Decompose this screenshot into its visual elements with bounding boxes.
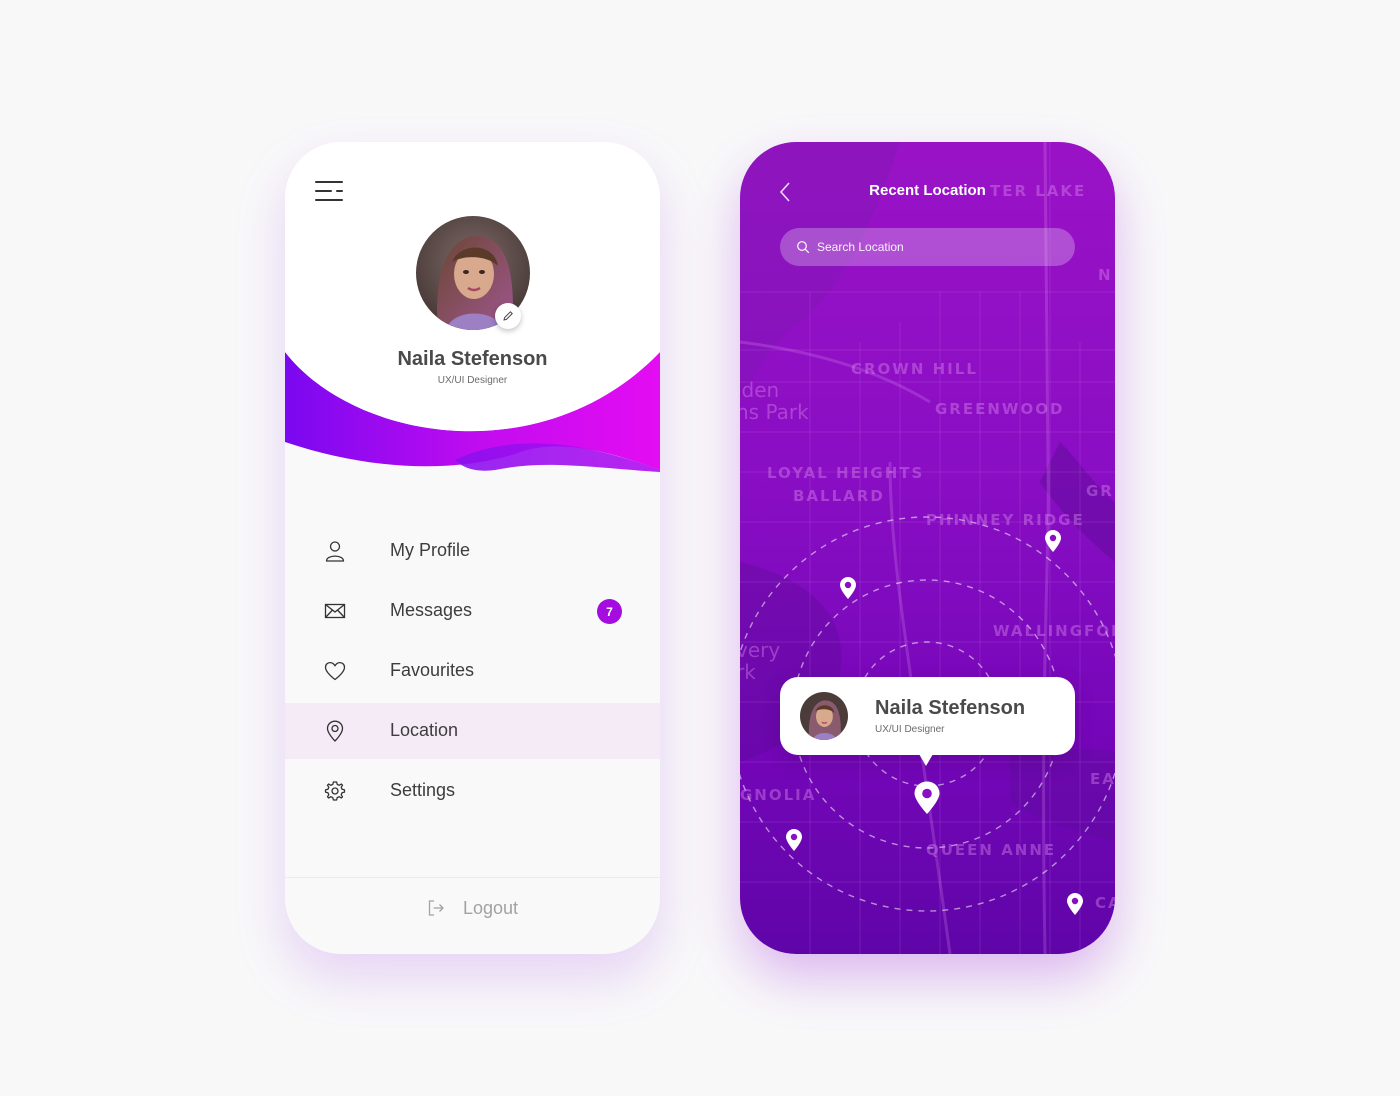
menu-item-label: My Profile — [390, 540, 471, 560]
hamburger-menu-icon[interactable] — [315, 180, 345, 204]
edit-avatar-button[interactable] — [495, 303, 521, 329]
map-pin-icon[interactable] — [839, 576, 857, 600]
user-icon — [325, 541, 345, 562]
menu-item-label: Settings — [390, 780, 456, 800]
card-avatar — [800, 692, 848, 740]
menu-item-my-profile[interactable]: My Profile — [285, 523, 660, 579]
map-label: PHINNEY RIDGE — [926, 511, 1085, 529]
location-pin-icon — [326, 720, 344, 742]
map-screen: TER LAKE N CROWN HILL lden ns Park GREEN… — [740, 142, 1115, 954]
map-label: GR — [1086, 482, 1114, 500]
map-label: CA — [1095, 894, 1115, 912]
map-label: rk — [740, 660, 756, 684]
map-label: LOYAL HEIGHTS — [767, 464, 925, 482]
map-label: GNOLIA — [740, 786, 817, 804]
map-label: very — [740, 638, 781, 662]
location-card[interactable]: Naila Stefenson UX/UI Designer — [780, 677, 1075, 755]
map-label: WALLINGFOR — [993, 622, 1115, 640]
menu-screen: Naila Stefenson UX/UI Designer My Profil… — [285, 142, 660, 954]
gear-icon — [324, 781, 346, 801]
mail-icon — [324, 603, 346, 619]
map-label: ns Park — [740, 400, 809, 424]
search-icon — [797, 241, 810, 254]
map-label: GREENWOOD — [935, 400, 1065, 418]
menu-item-location[interactable]: Location — [285, 703, 660, 759]
card-name: Naila Stefenson — [875, 697, 1026, 719]
profile-name: Naila Stefenson — [397, 348, 548, 370]
menu-item-messages[interactable]: Messages 7 — [285, 583, 660, 639]
card-role: UX/UI Designer — [875, 724, 945, 735]
card-pointer — [919, 754, 933, 766]
map-label: lden — [740, 378, 780, 402]
heart-icon — [324, 661, 346, 681]
map-pin-icon[interactable] — [1044, 529, 1062, 553]
logout-button[interactable]: Logout — [285, 892, 660, 924]
menu-item-favourites[interactable]: Favourites — [285, 643, 660, 699]
page-title: Recent Location — [869, 182, 986, 199]
logout-icon — [428, 900, 444, 916]
map-label: CROWN HILL — [851, 360, 978, 378]
map-label: N — [1098, 266, 1113, 284]
menu-item-label: Location — [390, 720, 459, 740]
menu-item-label: Favourites — [390, 660, 475, 680]
profile-role: UX/UI Designer — [437, 375, 508, 386]
map-label: QUEEN ANNE — [926, 841, 1057, 859]
pencil-icon — [503, 311, 513, 321]
map-pin-icon[interactable] — [1066, 892, 1084, 916]
menu-item-settings[interactable]: Settings — [285, 763, 660, 819]
profile-header: Naila Stefenson UX/UI Designer — [285, 142, 660, 482]
map-pin-icon[interactable] — [785, 828, 803, 852]
map-label: EA — [1090, 770, 1115, 788]
logout-label: Logout — [462, 897, 519, 918]
divider — [285, 877, 660, 878]
menu-list: My Profile Messages 7 Favourites Locatio… — [285, 523, 660, 823]
menu-item-label: Messages — [390, 600, 473, 620]
search-bar[interactable] — [780, 228, 1075, 266]
messages-count-badge: 7 — [597, 599, 622, 624]
search-input[interactable] — [817, 228, 1057, 266]
selected-location-pin-icon[interactable] — [913, 780, 941, 815]
map-label: BALLARD — [793, 487, 885, 505]
